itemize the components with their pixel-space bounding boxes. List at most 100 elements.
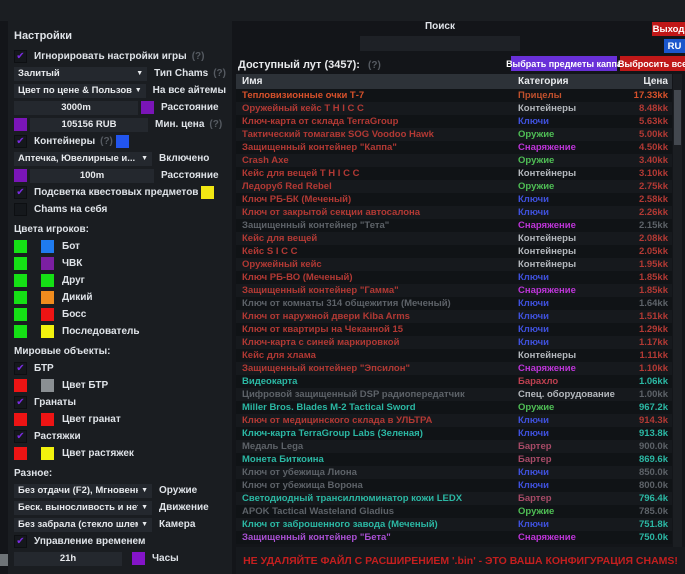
drop-all-button[interactable]: Выбросить все xyxy=(620,56,685,71)
table-row[interactable]: Кейс для вещей T H I C C Контейнеры 3.10… xyxy=(236,167,672,180)
table-row[interactable]: Ключ от закрытой секции автосалона Ключи… xyxy=(236,206,672,219)
item-name: Медаль Lega xyxy=(236,441,518,452)
weapon-mode-select[interactable]: Без отдачи (F2), Мгновенное п ▼ xyxy=(14,484,152,498)
containers-color-swatch[interactable] xyxy=(116,135,129,148)
table-row[interactable]: Защищенный контейнер "Бета" Снаряжение 7… xyxy=(236,531,672,544)
quest-items-checkbox[interactable]: ✔ xyxy=(14,186,27,199)
player-color-swatch-1[interactable] xyxy=(14,257,27,270)
item-price: 2.05kk xyxy=(618,246,672,257)
table-row[interactable]: Ключ от квартиры на Чеканной 15 Ключи 1.… xyxy=(236,323,672,336)
scrollbar-track[interactable] xyxy=(673,74,682,547)
table-row[interactable]: Ключ-карта от склада TerraGroup Ключи 5.… xyxy=(236,115,672,128)
chams-type-select[interactable]: Залитый ▼ xyxy=(14,67,147,81)
self-chams-checkbox[interactable] xyxy=(14,203,27,216)
table-row[interactable]: Кейс для хлама Контейнеры 1.11kk xyxy=(236,349,672,362)
table-row[interactable]: Ключ от медицинского склада в УЛЬТРА Клю… xyxy=(236,414,672,427)
player-color-swatch-2[interactable] xyxy=(41,308,54,321)
table-row[interactable]: Оружейный кейс T H I C C Контейнеры 8.48… xyxy=(236,102,672,115)
btr-color-swatch-2[interactable] xyxy=(41,379,54,392)
distance-color-swatch[interactable] xyxy=(141,101,154,114)
language-button[interactable]: RU xyxy=(664,39,685,53)
table-row[interactable]: APOK Tactical Wasteland Gladius Оружие 7… xyxy=(236,505,672,518)
tripwire-color-swatch-2[interactable] xyxy=(41,447,54,460)
item-category: Бартер xyxy=(518,441,618,452)
table-row[interactable]: Ключ-карта с синей маркировкой Ключи 1.1… xyxy=(236,336,672,349)
table-row[interactable]: Ключ от убежища Ворона Ключи 800.0k xyxy=(236,479,672,492)
table-row[interactable]: Оружейный кейс Контейнеры 1.95kk xyxy=(236,258,672,271)
table-row[interactable]: Защищенный контейнер "Гамма" Снаряжение … xyxy=(236,284,672,297)
scrollbar-thumb[interactable] xyxy=(674,90,681,145)
table-row[interactable]: Ключ от наружной двери Kiba Arms Ключи 1… xyxy=(236,310,672,323)
table-row[interactable]: Цифровой защищенный DSP радиопередатчик … xyxy=(236,388,672,401)
table-row[interactable]: Ключ-карта TerraGroup Labs (Зеленая) Клю… xyxy=(236,427,672,440)
table-row[interactable]: Светодиодный трансиллюминатор кожи LEDX … xyxy=(236,492,672,505)
table-row[interactable]: Ключ от убежища Лиона Ключи 850.0k xyxy=(236,466,672,479)
table-row[interactable]: Видеокарта Барахло 1.06kk xyxy=(236,375,672,388)
player-color-swatch-2[interactable] xyxy=(41,291,54,304)
table-row[interactable]: Miller Bros. Blades M-2 Tactical Sword О… xyxy=(236,401,672,414)
search-input[interactable] xyxy=(360,36,520,51)
help-icon[interactable]: (?) xyxy=(209,119,222,130)
player-color-swatch-1[interactable] xyxy=(14,240,27,253)
ignore-game-settings-checkbox[interactable]: ✔ xyxy=(14,50,27,63)
movement-mode-row: Беск. выносливость и нет уста ▼ Движение xyxy=(14,499,226,516)
btr-color-swatch-1[interactable] xyxy=(14,379,27,392)
all-items-select[interactable]: Цвет по цене & Пользователь ▼ xyxy=(14,84,146,98)
movement-mode-select[interactable]: Беск. выносливость и нет уста ▼ xyxy=(14,501,152,515)
quest-items-color-swatch[interactable] xyxy=(201,186,214,199)
containers-list-select[interactable]: Аптечка, Ювелирные и... ▼ xyxy=(14,152,152,166)
player-color-swatch-2[interactable] xyxy=(41,240,54,253)
column-category[interactable]: Категория xyxy=(518,76,618,87)
help-icon[interactable]: (?) xyxy=(368,60,381,71)
table-row[interactable]: Ключ от комнаты 314 общежития (Меченый) … xyxy=(236,297,672,310)
table-row[interactable]: Защищенный контейнер "Тета" Снаряжение 2… xyxy=(236,219,672,232)
table-row[interactable]: Ключ РБ-ВО (Меченый) Ключи 1.85kk xyxy=(236,271,672,284)
player-color-swatch-1[interactable] xyxy=(14,325,27,338)
item-price: 869.6k xyxy=(618,454,672,465)
containers-distance-input[interactable]: 100m xyxy=(30,169,154,183)
containers-checkbox[interactable]: ✔ xyxy=(14,135,27,148)
exit-button[interactable]: Выход xyxy=(652,22,685,36)
tripwire-color-swatch-1[interactable] xyxy=(14,447,27,460)
column-price[interactable]: Цена xyxy=(618,76,672,87)
table-row[interactable]: Crash Axe Оружие 3.40kk xyxy=(236,154,672,167)
distance-input[interactable]: 3000m xyxy=(14,101,138,115)
help-icon[interactable]: (?) xyxy=(213,68,226,79)
column-name[interactable]: Имя xyxy=(236,76,518,87)
item-name: Видеокарта xyxy=(236,376,518,387)
table-row[interactable]: Защищенный контейнер "Эпсилон" Снаряжени… xyxy=(236,362,672,375)
hours-input[interactable]: 21h xyxy=(14,552,122,566)
tripwires-checkbox[interactable]: ✔ xyxy=(14,430,27,443)
table-row[interactable]: Ключ от заброшенного завода (Меченый) Кл… xyxy=(236,518,672,531)
table-row[interactable]: Защищенный контейнер "Каппа" Снаряжение … xyxy=(236,141,672,154)
item-name: Ключ от закрытой секции автосалона xyxy=(236,207,518,218)
containers-distance-color-swatch[interactable] xyxy=(14,169,27,182)
camera-mode-select[interactable]: Без забрала (стекло шлема) ▼ xyxy=(14,518,152,532)
player-color-swatch-1[interactable] xyxy=(14,291,27,304)
grenades-checkbox[interactable]: ✔ xyxy=(14,396,27,409)
table-row[interactable]: Медаль Lega Бартер 900.0k xyxy=(236,440,672,453)
select-kappa-items-button[interactable]: Выбрать предметы каппа xyxy=(511,56,617,71)
grenade-color-swatch-2[interactable] xyxy=(41,413,54,426)
table-row[interactable]: Ледоруб Red Rebel Оружие 2.75kk xyxy=(236,180,672,193)
btr-checkbox[interactable]: ✔ xyxy=(14,362,27,375)
player-color-swatch-2[interactable] xyxy=(41,274,54,287)
min-price-color-swatch[interactable] xyxy=(14,118,27,131)
table-row[interactable]: Ключ РБ-БК (Меченый) Ключи 2.58kk xyxy=(236,193,672,206)
player-color-swatch-2[interactable] xyxy=(41,325,54,338)
table-row[interactable]: Тактический томагавк SOG Voodoo Hawk Ору… xyxy=(236,128,672,141)
item-name: Оружейный кейс xyxy=(236,259,518,270)
table-row[interactable]: Кейс для вещей Контейнеры 2.08kk xyxy=(236,232,672,245)
help-icon[interactable]: (?) xyxy=(100,136,113,147)
table-row[interactable]: Монета Биткоина Бартер 869.6k xyxy=(236,453,672,466)
table-row[interactable]: Кейс S I C C Контейнеры 2.05kk xyxy=(236,245,672,258)
player-color-swatch-2[interactable] xyxy=(41,257,54,270)
min-price-input[interactable]: 105156 RUB xyxy=(30,118,148,132)
table-row[interactable]: Тепловизионные очки Т-7 Прицелы 17.33kk xyxy=(236,89,672,102)
grenade-color-swatch-1[interactable] xyxy=(14,413,27,426)
time-control-checkbox[interactable]: ✔ xyxy=(14,535,27,548)
help-icon[interactable]: (?) xyxy=(192,51,205,62)
player-color-swatch-1[interactable] xyxy=(14,274,27,287)
hours-color-swatch[interactable] xyxy=(132,552,145,565)
player-color-swatch-1[interactable] xyxy=(14,308,27,321)
